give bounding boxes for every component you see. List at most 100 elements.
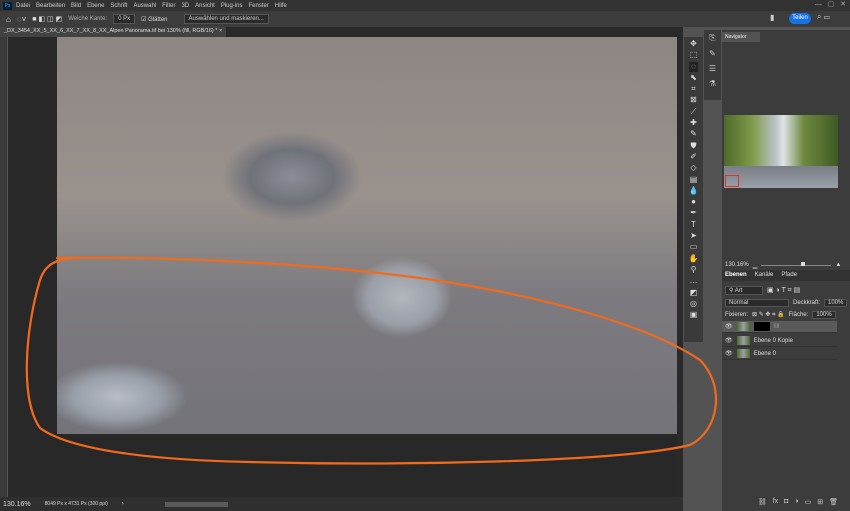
search-icon[interactable]: ⌕ ▭ [817,12,830,22]
adjustments-panel-icon[interactable]: ☰ [709,64,716,73]
more-tools-icon[interactable]: … [690,276,698,286]
blur-tool-icon[interactable]: 💧 [689,186,699,196]
layer-thumbnail [736,349,750,358]
tab-kanaele[interactable]: Kanäle [755,272,774,279]
fill-input[interactable]: 100% [812,311,836,319]
menu-ansicht[interactable]: Ansicht [195,3,215,9]
share-button[interactable]: Teilen [789,13,811,24]
close-tab-icon[interactable]: × [219,28,222,34]
layer-thumbnail [736,322,750,331]
adjustment-icon[interactable]: ◑ [794,498,798,511]
object-select-tool-icon[interactable]: ⬉ [690,73,697,83]
document-tab[interactable]: _DX_3454_XX_5_XX_6_XX_7_XX_8_XX_Alpen Pa… [0,27,227,37]
layer-row-fill[interactable]: 👁 fill [722,321,837,333]
feather-input[interactable]: 0 Px [113,14,136,24]
navigator-zoom-slider[interactable] [761,261,832,266]
menu-plugins[interactable]: Plug-ins [221,3,243,9]
status-menu-arrow[interactable]: › [122,501,124,507]
tab-ebenen[interactable]: Ebenen [725,272,747,279]
menu-ebene[interactable]: Ebene [87,3,104,9]
visibility-eye-icon[interactable]: 👁 [725,323,733,330]
crop-tool-icon[interactable]: ⌗ [691,84,696,94]
cloud-doc-icon[interactable]: ▮ [770,13,774,22]
layers-footer: ⛓ fx ◘ ◑ ▭ ⊞ 🗑 [722,498,850,511]
navigator-tab[interactable]: Navigator [722,32,760,42]
layer-filter-row: ⚲ Art ▣ ◑ T ⌗ ▤ [722,285,850,295]
stamp-tool-icon[interactable]: ⛊ [691,141,697,151]
lock-row: Fixieren: ⊠ ✎ ✥ ⌗ 🔒 Fläche: 100% [722,310,850,320]
filter-icons[interactable]: ▣ ◑ T ⌗ ▤ [767,286,800,295]
zoom-in-icon[interactable]: ▲ [835,262,841,268]
menu-filter[interactable]: Filter [162,3,175,9]
menu-bild[interactable]: Bild [71,3,81,9]
document-image[interactable] [57,37,677,434]
screen-mode-icon[interactable]: ▣ [690,310,698,320]
lock-icons[interactable]: ⊠ ✎ ✥ ⌗ 🔒 [752,311,785,319]
fx-icon[interactable]: fx [773,498,778,511]
healing-tool-icon[interactable]: ✚ [690,118,697,128]
lock-label: Fixieren: [725,312,749,318]
layer-name: fill [773,323,780,330]
quick-mask-icon[interactable]: ◎ [690,299,697,309]
zoom-out-icon[interactable]: ▁ [753,262,758,269]
smooth-checkbox[interactable]: ☑ Glätten [141,16,167,23]
window-controls[interactable]: — ▢ ✕ [815,0,846,8]
libraries-panel-icon[interactable]: ⚗ [709,79,716,88]
horizontal-scrollbar[interactable] [165,502,228,507]
pen-tool-icon[interactable]: ✒ [690,208,697,218]
navigator-zoom-value[interactable]: 130.16% [725,262,749,268]
visibility-eye-icon[interactable]: 👁 [725,350,733,357]
layer-row-ebene-0-kopie[interactable]: 👁 Ebene 0 Kopie [722,335,837,347]
menu-3d[interactable]: 3D [181,3,189,9]
menu-auswahl[interactable]: Auswahl [133,3,156,9]
menu-hilfe[interactable]: Hilfe [275,3,287,9]
navigator-thumbnail[interactable] [724,115,838,188]
brush-panel-icon[interactable]: ✎ [709,49,716,58]
menu-schrift[interactable]: Schrift [110,3,127,9]
select-and-mask-button[interactable]: Auswählen und maskieren... [183,14,269,24]
layer-mask-thumbnail[interactable] [753,322,770,331]
layer-filter-select[interactable]: ⚲ Art [725,285,763,295]
visibility-eye-icon[interactable]: 👁 [725,337,733,344]
move-tool-icon[interactable]: ✥ [690,39,697,49]
new-layer-icon[interactable]: ⊞ [817,498,823,511]
eyedropper-tool-icon[interactable]: ⟋ [691,107,697,117]
vertical-scrollbar[interactable] [677,37,683,497]
marquee-tool-icon[interactable]: ⬚ [690,50,698,60]
group-icon[interactable]: ▭ [805,498,812,511]
zoom-level[interactable]: 130.16% [3,501,31,508]
home-icon[interactable]: ⌂ [6,15,11,24]
eraser-tool-icon[interactable]: ◇ [690,163,696,173]
brush-tool-icon[interactable]: ✎ [690,129,697,139]
delete-layer-icon[interactable]: 🗑 [829,498,838,511]
opacity-input[interactable]: 100% [824,299,848,307]
link-icon[interactable]: ⛓ [758,498,767,511]
menu-datei[interactable]: Datei [16,3,30,9]
selection-mode-icons[interactable]: ■ ◧ ◫ ◩ [32,15,62,23]
path-select-tool-icon[interactable]: ➤ [690,231,697,241]
navigator-view-box[interactable] [725,175,739,187]
add-mask-icon[interactable]: ◘ [784,498,788,511]
shape-tool-icon[interactable]: ▭ [690,242,698,252]
lasso-tool-icon[interactable]: ◌ [689,61,698,72]
menu-bearbeiten[interactable]: Bearbeiten [36,3,65,9]
dodge-tool-icon[interactable]: ● [691,197,696,207]
vertical-ruler [0,37,8,497]
document-info[interactable]: 8049 Px x 4731 Px (300 ppi) [45,501,108,507]
zoom-tool-icon[interactable]: ⚲ [691,265,697,275]
gradient-tool-icon[interactable]: ▤ [690,175,698,185]
lasso-icon[interactable]: ◌˅ [17,15,26,24]
type-tool-icon[interactable]: T [691,220,696,230]
hand-tool-icon[interactable]: ✋ [689,254,699,264]
options-bar: ⌂ ◌˅ ■ ◧ ◫ ◩ Weiche Kante: 0 Px ☑ Glätte… [0,11,850,27]
tab-pfade[interactable]: Pfade [781,272,797,279]
history-panel-icon[interactable]: ⎘ [709,33,715,43]
menu-fenster[interactable]: Fenster [249,3,269,9]
layers-panel-tabs: Ebenen Kanäle Pfade [722,270,850,281]
frame-tool-icon[interactable]: ⊠ [690,95,697,105]
color-swatches-icon[interactable]: ◩ [690,288,698,298]
history-brush-icon[interactable]: ✐ [690,152,697,162]
layer-row-ebene-0[interactable]: 👁 Ebene 0 [722,348,837,360]
blend-mode-select[interactable]: Normal [725,299,789,307]
smooth-label: Glätten [148,16,168,23]
